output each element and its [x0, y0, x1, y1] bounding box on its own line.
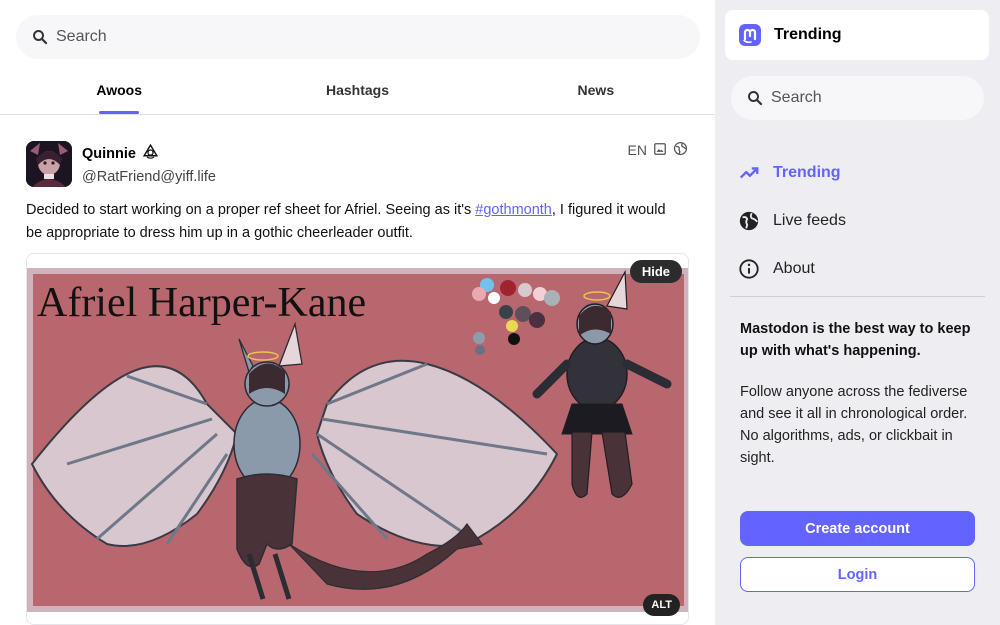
search-placeholder: Search — [56, 28, 107, 45]
info-icon — [737, 257, 761, 281]
nav-item-trending[interactable]: Trending — [737, 149, 846, 197]
post-meta: EN — [628, 141, 688, 159]
search-icon — [30, 27, 50, 47]
media-attachment-icon — [653, 142, 667, 159]
nav-item-label: Trending — [773, 164, 841, 181]
search-input[interactable]: Search — [16, 15, 700, 59]
language-badge: EN — [627, 142, 647, 158]
public-visibility-globe-icon[interactable] — [673, 141, 688, 159]
trending-icon — [737, 161, 761, 185]
avatar[interactable] — [26, 141, 72, 187]
nav-item-about[interactable]: About — [737, 245, 846, 293]
post-text-part: Decided to start working on a proper ref… — [26, 202, 476, 218]
create-account-button[interactable]: Create account — [740, 511, 975, 546]
media-attachment[interactable]: Afriel Harper-Kane Hide ALT — [26, 253, 689, 625]
sidebar-title: Trending — [774, 26, 842, 43]
therian-symbol-icon — [142, 143, 159, 164]
main-column: Search Awoos Hashtags News Quinnie @RatF… — [0, 0, 715, 625]
sidebar-divider — [730, 296, 985, 297]
sidebar-nav: Trending Live feeds About — [737, 149, 846, 293]
artwork-image: Afriel Harper-Kane — [27, 254, 688, 624]
tab-news[interactable]: News — [477, 72, 715, 114]
alt-text-button[interactable]: ALT — [643, 594, 680, 616]
sidebar-header[interactable]: Trending — [725, 10, 989, 60]
nav-item-label: Live feeds — [773, 212, 846, 229]
display-name: Quinnie — [82, 143, 216, 164]
sidebar: Trending Search Trending Live feeds Abou… — [715, 0, 1000, 625]
hashtag-link[interactable]: #gothmonth — [475, 202, 552, 218]
account-handle: @RatFriend@yiff.life — [82, 169, 216, 185]
artwork-title: Afriel Harper-Kane — [37, 280, 366, 326]
signup-pitch-heading: Mastodon is the best way to keep up with… — [740, 321, 971, 359]
nav-item-label: About — [773, 260, 815, 277]
mastodon-logo-icon — [738, 23, 762, 47]
sidebar-search-input[interactable]: Search — [731, 76, 984, 120]
post-content: Decided to start working on a proper ref… — [26, 199, 676, 245]
post-author[interactable]: Quinnie @RatFriend@yiff.life — [82, 143, 216, 185]
search-icon — [745, 88, 765, 108]
sidebar-search-placeholder: Search — [771, 89, 822, 106]
nav-item-live-feeds[interactable]: Live feeds — [737, 197, 846, 245]
tab-awoos[interactable]: Awoos — [0, 72, 238, 114]
hide-media-button[interactable]: Hide — [629, 260, 682, 283]
globe-icon — [737, 209, 761, 233]
signup-pitch-text: Follow anyone across the fediverse and s… — [740, 384, 968, 466]
explore-tabs: Awoos Hashtags News — [0, 72, 715, 115]
login-button[interactable]: Login — [740, 557, 975, 592]
tab-hashtags[interactable]: Hashtags — [238, 72, 476, 114]
display-name-text: Quinnie — [82, 145, 136, 162]
